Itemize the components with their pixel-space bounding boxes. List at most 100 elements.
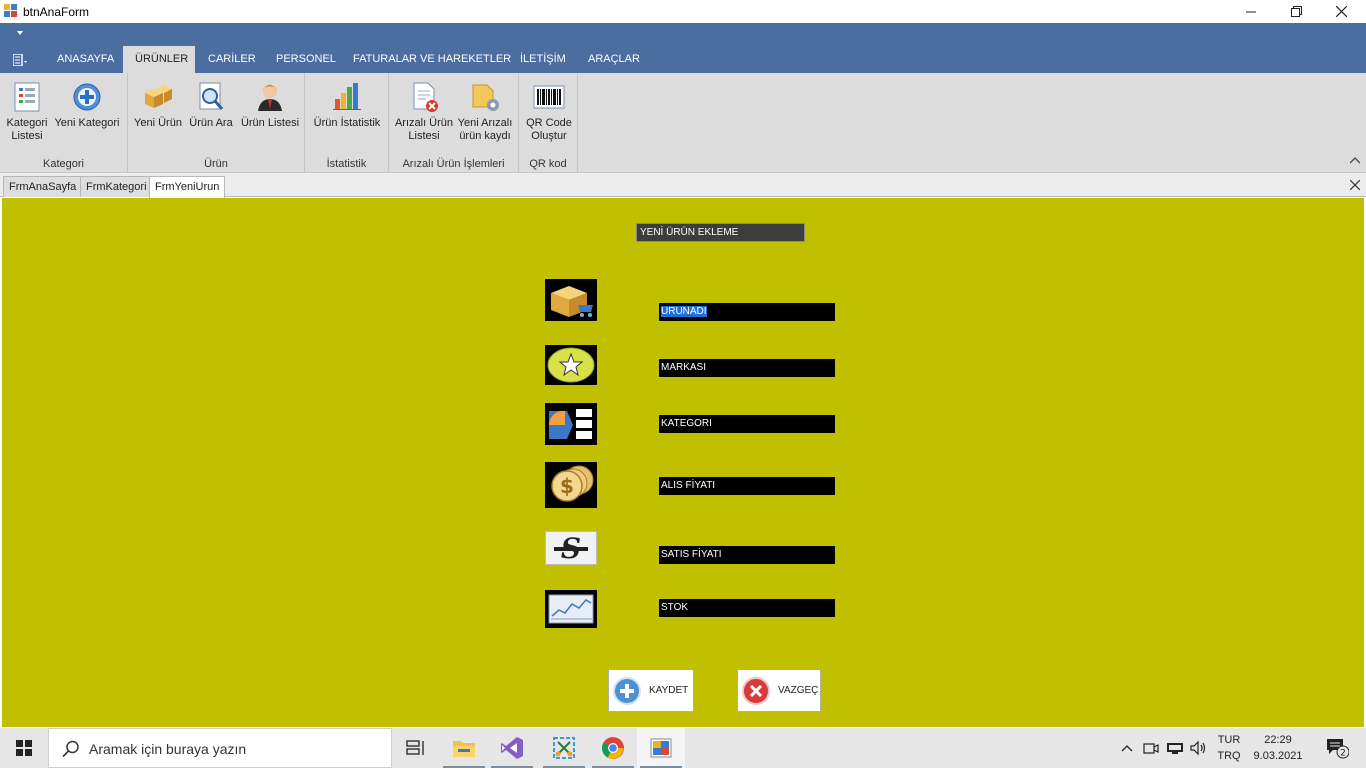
lang-line-2: TRQ [1217, 750, 1241, 762]
arizali-urun-listesi-label-2: Listesi [408, 130, 440, 142]
restore-button[interactable] [1273, 0, 1319, 23]
task-view-icon [406, 740, 424, 755]
ribbon-panel: Kategori Listesi Yeni Kategori Kategori [0, 73, 1366, 173]
webcam-icon [1143, 743, 1159, 754]
tab-urunler[interactable]: ÜRÜNLER [123, 46, 195, 73]
chevron-up-icon [1121, 745, 1133, 752]
yeni-arizali-urun-label-1: Yeni Arızalı [457, 117, 513, 129]
add-circle-icon [71, 81, 103, 113]
kategori-listesi-button[interactable]: Kategori Listesi [4, 81, 50, 143]
yeni-urun-button[interactable]: Yeni Ürün [133, 81, 183, 130]
kategori-listesi-label-2: Listesi [11, 130, 43, 142]
stok-input[interactable]: STOK [659, 599, 835, 617]
taskbar: Aramak için buraya yazın TUR TRQ 22:29 9… [0, 728, 1366, 768]
tray-volume-button[interactable] [1188, 728, 1210, 768]
tab-anasayfa[interactable]: ANASAYFA [47, 46, 124, 73]
urun-ara-label: Ürün Ara [189, 117, 233, 129]
show-hidden-icons-button[interactable] [1117, 728, 1137, 768]
arizali-urun-listesi-button[interactable]: Arızalı Ürün Listesi [394, 81, 454, 143]
urun-listesi-button[interactable]: Ürün Listesi [238, 81, 302, 130]
search-icon [62, 740, 79, 758]
form-heading: YENİ ÜRÜN EKLEME [636, 223, 805, 242]
cancel-circle-icon [742, 676, 770, 705]
satis-fiyati-input[interactable]: SATIS FİYATI [659, 546, 835, 564]
visual-studio-icon [501, 737, 523, 759]
application-menu-button[interactable] [6, 49, 36, 71]
urunadi-input[interactable]: URUNADI [659, 303, 835, 321]
markasi-input[interactable]: MARKASI [659, 359, 835, 377]
ribbon-tab-bar: ANASAYFA ÜRÜNLER CARİLER PERSONEL FATURA… [0, 46, 1366, 73]
yeni-arizali-urun-label-2: ürün kaydı [459, 130, 511, 142]
task-view-button[interactable] [392, 728, 440, 768]
clock-date: 9.03.2021 [1253, 750, 1303, 762]
quick-access-dropdown-icon[interactable] [17, 31, 23, 35]
title-bar: btnAnaForm [0, 0, 1366, 23]
kategori-listesi-label-1: Kategori [6, 117, 48, 129]
tab-araclar[interactable]: ARAÇLAR [578, 46, 650, 73]
close-icon [1349, 179, 1361, 191]
user-icon [254, 81, 286, 113]
yeni-urun-label: Yeni Ürün [134, 117, 182, 129]
group-qr: QR Code Oluştur QR kod [519, 73, 578, 173]
tray-network-button[interactable] [1164, 728, 1186, 768]
svg-text:$: $ [560, 474, 574, 498]
taskbar-search-box[interactable]: Aramak için buraya yazın [48, 728, 392, 768]
quick-access-toolbar [0, 23, 1366, 46]
action-center-button[interactable]: 2 [1320, 728, 1354, 768]
add-circle-icon [613, 676, 641, 705]
close-button[interactable] [1318, 0, 1364, 23]
app-icon [650, 738, 672, 758]
category-chart-icon [545, 403, 597, 445]
qr-code-olustur-button[interactable]: QR Code Oluştur [523, 81, 575, 143]
mdi-tab-frmkategori[interactable]: FrmKategori [80, 176, 153, 197]
snipping-tool-icon [553, 737, 575, 759]
app-icon [4, 4, 17, 17]
folder-settings-icon [469, 81, 501, 113]
alis-fiyati-input[interactable]: ALIS FİYATI [659, 477, 835, 495]
visual-studio-app[interactable] [488, 728, 536, 768]
app-menu-icon [13, 54, 27, 66]
minimize-icon [1246, 11, 1256, 12]
snipping-tool-app[interactable] [540, 728, 588, 768]
btnanaform-app[interactable] [637, 728, 685, 768]
windows-logo-icon [16, 740, 32, 756]
yeni-kategori-button[interactable]: Yeni Kategori [54, 81, 120, 130]
qr-code-label-1: QR Code [526, 117, 572, 129]
tab-personel[interactable]: PERSONEL [266, 46, 346, 73]
tab-iletisim[interactable]: İLETİŞİM [510, 46, 576, 73]
taskbar-clock[interactable]: 22:29 9.03.2021 [1248, 732, 1308, 764]
tray-meet-button[interactable] [1141, 728, 1161, 768]
mdi-tab-frmyeniurun[interactable]: FrmYeniUrun [149, 176, 226, 198]
input-language-indicator[interactable]: TUR TRQ [1212, 732, 1246, 764]
file-explorer-app[interactable] [440, 728, 488, 768]
yeni-arizali-urun-button[interactable]: Yeni Arızalı ürün kaydı [455, 81, 515, 143]
mdi-tab-frmanasayfa[interactable]: FrmAnaSayfa [3, 176, 83, 197]
tab-faturalar[interactable]: FATURALAR VE HAREKETLER [343, 46, 521, 73]
chrome-app[interactable] [589, 728, 637, 768]
ribbon-collapse-button[interactable] [1349, 155, 1361, 167]
vazgec-label: VAZGEÇ [778, 685, 819, 696]
arizali-urun-listesi-label-1: Arızalı Ürün [394, 117, 454, 129]
minimize-button[interactable] [1228, 0, 1274, 23]
product-box-icon [545, 279, 597, 321]
mdi-close-button[interactable] [1349, 177, 1361, 193]
urun-ara-button[interactable]: Ürün Ara [186, 81, 236, 130]
kaydet-button[interactable]: KAYDET [608, 669, 694, 712]
group-kategori: Kategori Listesi Yeni Kategori Kategori [0, 73, 128, 173]
group-istatistik: Ürün İstatistik İstatistik [305, 73, 389, 173]
group-label-qr: QR kod [529, 158, 567, 170]
coins-icon: $ [545, 462, 597, 508]
start-button[interactable] [0, 728, 48, 768]
notification-count: 2 [1340, 749, 1346, 759]
urun-listesi-label: Ürün Listesi [240, 117, 300, 129]
tab-cariler[interactable]: CARİLER [198, 46, 266, 73]
group-urun: Yeni Ürün Ürün Ara Ürün Listesi Ürün [128, 73, 305, 173]
lang-line-1: TUR [1217, 734, 1241, 746]
restore-icon [1290, 6, 1302, 17]
close-icon [1335, 6, 1347, 17]
urun-istatistik-button[interactable]: Ürün İstatistik [310, 81, 384, 130]
vazgec-button[interactable]: VAZGEÇ [737, 669, 821, 712]
notification-icon: 2 [1327, 739, 1349, 759]
kategori-input[interactable]: KATEGORI [659, 415, 835, 433]
search-document-icon [195, 81, 227, 113]
